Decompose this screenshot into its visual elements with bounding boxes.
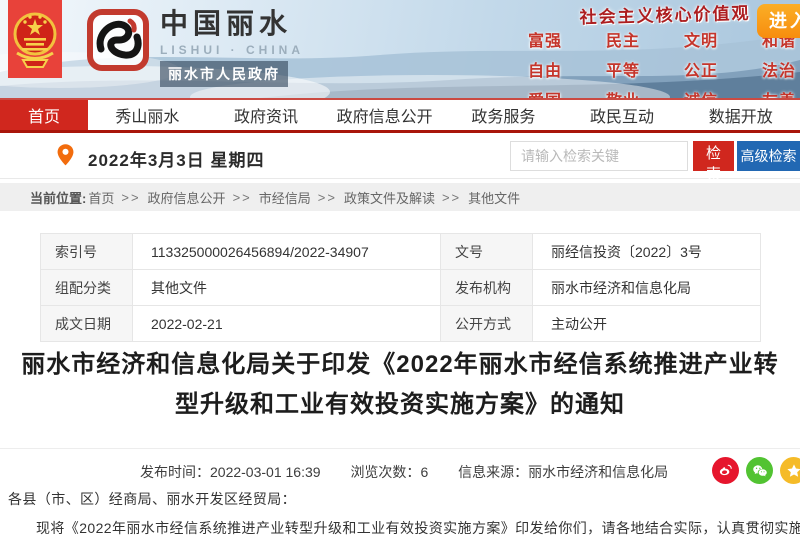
elderly-mode-button[interactable]: 进入 (757, 4, 800, 38)
core-value-word: 富强 (528, 27, 562, 51)
info-source-value: 丽水市经济和信息化局 (528, 464, 668, 480)
core-value-word: 法治 (762, 57, 796, 81)
info-source-label: 信息来源： (458, 464, 528, 480)
date-search-bar: 2022年3月3日 星期四 检索 高级检索 (0, 133, 800, 179)
article-title-line: 丽水市经济和信息化局关于印发《2022年丽水市经信系统推进产业转 (0, 345, 800, 385)
doc-info-label: 文号 (441, 234, 533, 270)
doc-info-label: 公开方式 (441, 306, 533, 342)
article-title-line: 型升级和工业有效投资实施方案》的通知 (0, 385, 800, 425)
site-title-block[interactable]: 中国丽水 LISHUI · CHINA 丽水市人民政府 (160, 8, 304, 87)
core-value-word: 民主 (606, 27, 640, 51)
core-values-row: 爱国 敬业 诚信 友善 (528, 87, 796, 98)
core-value-word: 公正 (684, 57, 718, 81)
breadcrumb-link[interactable]: 首页 (88, 188, 114, 207)
main-nav: 首页秀山丽水政府资讯政府信息公开政务服务政民互动数据开放 (0, 98, 800, 133)
article-paragraph: 各县（市、区）经商局、丽水开发区经贸局： (8, 488, 798, 510)
doc-info-row: 索引号113325000026456894/2022-34907文号丽经信投资〔… (41, 234, 761, 270)
breadcrumb: 当前位置: 首页 >> 政府信息公开 >> 市经信局 >> 政策文件及解读 >> 其他文件 (0, 183, 800, 211)
core-value-word: 敬业 (606, 87, 640, 98)
core-value-word: 自由 (528, 57, 562, 81)
nav-item-open-data[interactable]: 数据开放 (681, 100, 800, 130)
article-meta-bar: 发布时间：2022-03-01 16:39 浏览次数：6 信息来源：丽水市经济和… (0, 448, 800, 493)
lishui-seal-logo[interactable] (86, 8, 150, 77)
doc-info-label: 组配分类 (41, 270, 133, 306)
view-count: 浏览次数：6 (350, 464, 428, 480)
doc-info-label: 成文日期 (41, 306, 133, 342)
share-wechat-icon[interactable] (746, 457, 773, 484)
page: 中国丽水 LISHUI · CHINA 丽水市人民政府 社会主义核心价值观 富强… (0, 0, 800, 538)
nav-item-gov-services[interactable]: 政务服务 (444, 100, 563, 130)
core-value-word: 友善 (762, 87, 796, 98)
doc-info-value: 丽水市经济和信息化局 (533, 270, 761, 306)
article-title: 丽水市经济和信息化局关于印发《2022年丽水市经信系统推进产业转型升级和工业有效… (0, 345, 800, 425)
advanced-search-button[interactable]: 高级检索 (737, 141, 800, 171)
view-count-label: 浏览次数： (350, 464, 420, 480)
doc-info-value: 主动公开 (533, 306, 761, 342)
breadcrumb-separator: >> (233, 190, 252, 205)
breadcrumb-separator: >> (121, 190, 140, 205)
article-paragraph: 现将《2022年丽水市经信系统推进产业转型升级和工业有效投资实施方案》印发给你们… (8, 517, 798, 539)
nav-item-gov-news[interactable]: 政府资讯 (207, 100, 326, 130)
breadcrumb-link[interactable]: 政府信息公开 (148, 188, 226, 207)
doc-info-table: 索引号113325000026456894/2022-34907文号丽经信投资〔… (40, 233, 761, 342)
breadcrumb-link: 其他文件 (468, 188, 520, 207)
doc-info-value: 其他文件 (133, 270, 441, 306)
doc-info-value: 丽经信投资〔2022〕3号 (533, 234, 761, 270)
doc-info-row: 成文日期2022-02-21公开方式主动公开 (41, 306, 761, 342)
core-values-grid: 富强民主文明和谐自由平等公正法治爱国敬业诚信友善 (528, 27, 796, 98)
breadcrumb-separator: >> (318, 190, 337, 205)
doc-info-row: 组配分类其他文件发布机构丽水市经济和信息化局 (41, 270, 761, 306)
breadcrumb-link[interactable]: 政策文件及解读 (344, 188, 435, 207)
publish-time: 发布时间：2022-03-01 16:39 (140, 464, 321, 480)
doc-info-value: 113325000026456894/2022-34907 (133, 234, 441, 270)
article-meta-line: 发布时间：2022-03-01 16:39 浏览次数：6 信息来源：丽水市经济和… (140, 462, 694, 482)
info-source: 信息来源：丽水市经济和信息化局 (458, 464, 668, 480)
nav-item-xiushan-lishui[interactable]: 秀山丽水 (88, 100, 207, 130)
share-qzone-icon[interactable] (780, 457, 800, 484)
doc-info-body: 索引号113325000026456894/2022-34907文号丽经信投资〔… (41, 234, 761, 342)
national-emblem-icon (8, 0, 62, 78)
core-value-word: 诚信 (684, 87, 718, 98)
doc-info-value: 2022-02-21 (133, 306, 441, 342)
site-header: 中国丽水 LISHUI · CHINA 丽水市人民政府 社会主义核心价值观 富强… (0, 0, 800, 98)
site-name-english: LISHUI · CHINA (160, 43, 304, 57)
core-value-word: 文明 (684, 27, 718, 51)
publish-time-label: 发布时间： (140, 464, 210, 480)
nav-item-home[interactable]: 首页 (0, 100, 88, 130)
nav-item-gov-info-disclosure[interactable]: 政府信息公开 (325, 100, 444, 130)
breadcrumb-link[interactable]: 市经信局 (259, 188, 311, 207)
government-name: 丽水市人民政府 (160, 61, 288, 87)
search-input[interactable] (510, 141, 688, 171)
share-weibo-icon[interactable] (712, 457, 739, 484)
core-values-row: 自由 平等 公正 法治 (528, 57, 796, 81)
location-pin-icon (56, 143, 75, 172)
share-buttons (712, 457, 800, 484)
core-value-word: 爱国 (528, 87, 562, 98)
core-values-row: 富强民主文明和谐 (528, 27, 796, 51)
doc-info-label: 发布机构 (441, 270, 533, 306)
search-button[interactable]: 检索 (693, 141, 734, 171)
current-date: 2022年3月3日 星期四 (88, 146, 264, 171)
publish-time-value: 2022-03-01 16:39 (210, 464, 321, 480)
core-value-word: 平等 (606, 57, 640, 81)
site-name: 中国丽水 (160, 8, 304, 40)
nav-item-public-interaction[interactable]: 政民互动 (563, 100, 682, 130)
doc-info-label: 索引号 (41, 234, 133, 270)
breadcrumb-label: 当前位置: (30, 188, 86, 207)
breadcrumb-separator: >> (442, 190, 461, 205)
view-count-value: 6 (420, 464, 428, 480)
article-body: 各县（市、区）经商局、丽水开发区经贸局： 现将《2022年丽水市经信系统推进产业转… (8, 488, 798, 546)
